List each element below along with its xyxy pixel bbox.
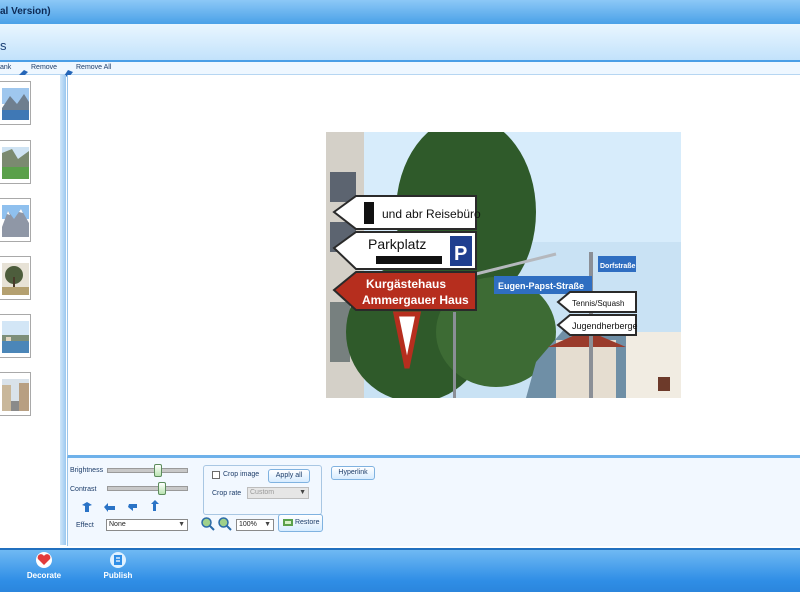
add-blank-button[interactable]: ank (0, 62, 11, 74)
zoom-value: 100% (239, 521, 257, 528)
zoom-out-icon[interactable] (218, 517, 232, 536)
brightness-handle[interactable] (154, 464, 162, 477)
page-title: s (0, 38, 7, 53)
remove-all-label: Remove All (76, 64, 112, 71)
window-title: al Version) (0, 6, 51, 17)
add-blank-label: ank (0, 64, 12, 71)
sign-text-6: Eugen-Papst-Straße (498, 281, 584, 291)
sign-text-1: und abr Reisebüro (382, 207, 481, 221)
publish-button[interactable]: Publish (88, 571, 148, 580)
brightness-track (107, 468, 188, 473)
status-bar (0, 592, 800, 600)
contrast-label: Contrast (70, 486, 97, 493)
thumbnail-6-image (2, 379, 29, 411)
thumbnail-2-image (2, 147, 29, 179)
contrast-handle[interactable] (158, 482, 166, 495)
brightness-label: Brightness (70, 467, 104, 474)
contrast-track (107, 486, 188, 491)
crop-image-label: Crop image (223, 471, 260, 478)
sign-text-3: P (454, 243, 467, 265)
header-band (0, 24, 800, 63)
crop-rate-select[interactable]: Custom ▼ (247, 487, 309, 499)
contrast-slider[interactable] (107, 482, 188, 495)
remove-icon (19, 64, 28, 77)
crop-rate-value: Custom (250, 489, 275, 496)
restore-button[interactable]: Restore (278, 514, 323, 532)
apply-all-button[interactable]: Apply all (268, 469, 310, 483)
preview-photo[interactable]: und abr Reisebüro Parkplatz P Kurgästeha… (326, 132, 681, 398)
title-bar (0, 0, 800, 25)
thumbnail-5-image (2, 321, 29, 353)
chevron-down-icon: ▼ (299, 489, 306, 496)
thumbnail-3[interactable] (0, 198, 31, 242)
zoom-in-icon[interactable] (201, 517, 215, 536)
flip-horizontal-icon[interactable] (81, 500, 93, 518)
remove-all-button[interactable]: Remove All (76, 62, 111, 74)
thumbnail-1-image (2, 88, 29, 120)
sign-text-7: Dorfstraße (600, 263, 636, 270)
crop-image-checkbox[interactable] (212, 471, 220, 479)
chevron-down-icon: ▼ (178, 521, 185, 528)
restore-icon (283, 518, 293, 526)
zoom-select[interactable]: 100% ▼ (236, 519, 274, 531)
remove-button[interactable]: Remove (31, 62, 57, 74)
sign-text-5: Ammergauer Haus (362, 293, 469, 307)
thumbnail-2[interactable] (0, 140, 31, 184)
effect-select[interactable]: None ▼ (106, 519, 188, 531)
hyperlink-button[interactable]: Hyperlink (331, 466, 375, 480)
crop-rate-label: Crop rate (212, 490, 242, 497)
chevron-down-icon: ▼ (264, 521, 271, 528)
restore-label: Restore (294, 519, 320, 526)
panel-splitter[interactable] (60, 75, 66, 545)
sign-text-9: Jugendherberge (572, 321, 638, 331)
thumbnail-4[interactable] (0, 256, 31, 300)
flip-vertical-icon[interactable] (104, 500, 116, 518)
decorate-button[interactable]: Decorate (14, 571, 74, 580)
thumbnail-4-image (2, 263, 29, 295)
rotate-left-icon[interactable] (127, 500, 139, 518)
sign-text-4: Kurgästehaus (366, 277, 446, 291)
effect-value: None (109, 521, 126, 528)
sign-text-2: Parkplatz (368, 236, 426, 252)
sign-text-8: Tennis/Squash (572, 299, 624, 308)
remove-label: Remove (31, 64, 58, 71)
effect-label: Effect (76, 522, 94, 529)
toolbar (0, 62, 800, 75)
brightness-slider[interactable] (107, 464, 188, 477)
thumbnail-3-image (2, 205, 29, 237)
street-signs-photo: und abr Reisebüro Parkplatz P Kurgästeha… (326, 132, 681, 398)
remove-all-icon (64, 64, 73, 77)
thumbnail-5[interactable] (0, 314, 31, 358)
thumbnail-1[interactable] (0, 81, 31, 125)
rotate-right-icon[interactable] (150, 499, 162, 517)
thumbnail-6[interactable] (0, 372, 31, 416)
